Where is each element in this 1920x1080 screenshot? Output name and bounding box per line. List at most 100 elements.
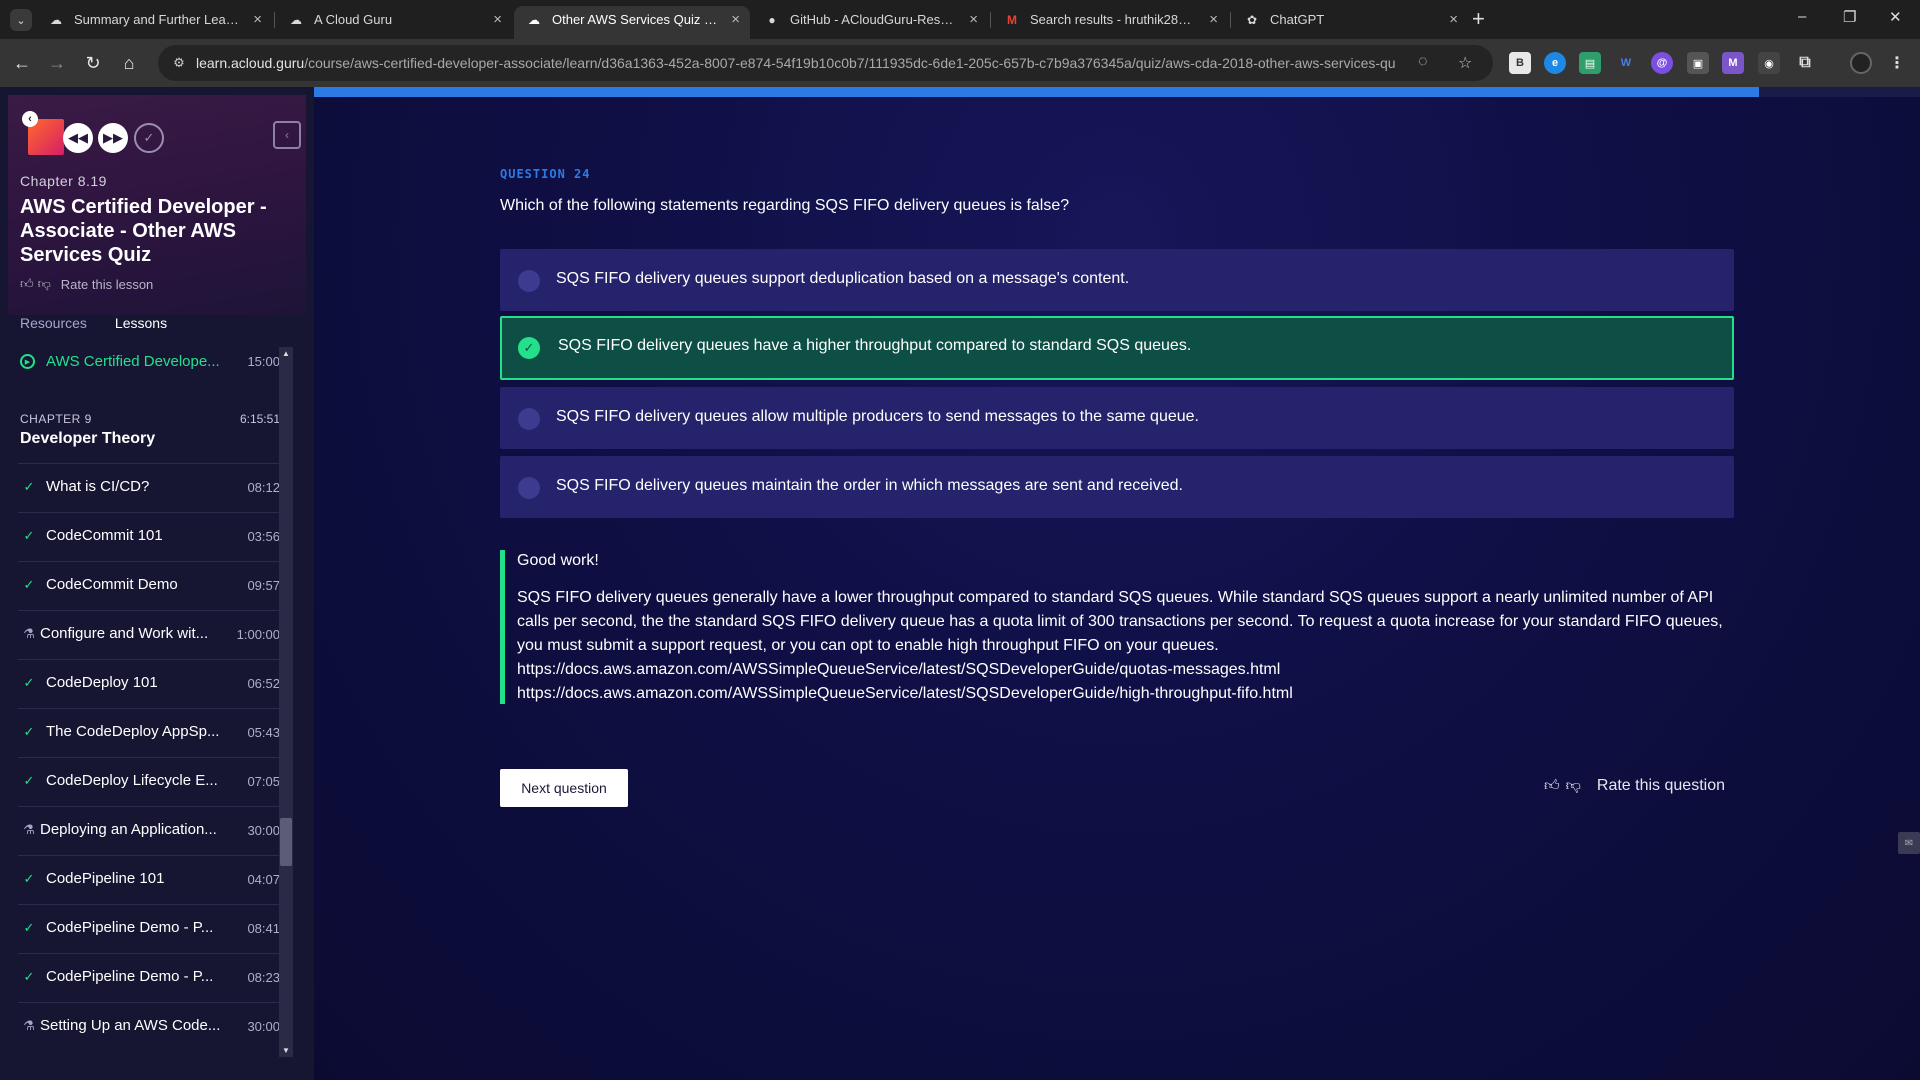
lesson-item[interactable]: ✓ CodeCommit 101 03:56 bbox=[18, 513, 280, 562]
reference-link[interactable]: https://docs.aws.amazon.com/AWSSimpleQue… bbox=[517, 658, 1727, 682]
check-circle-icon[interactable]: ✓ bbox=[518, 337, 540, 359]
reference-link[interactable]: https://docs.aws.amazon.com/AWSSimpleQue… bbox=[517, 682, 1727, 706]
extension-icon[interactable]: @ bbox=[1651, 52, 1673, 74]
tab-resources[interactable]: Resources bbox=[20, 315, 87, 337]
lesson-item[interactable]: ✓ CodePipeline Demo - P... 08:41 bbox=[18, 905, 280, 954]
browser-tab[interactable]: M Search results - hruthik2802@g × bbox=[992, 6, 1228, 39]
close-icon[interactable]: × bbox=[1449, 6, 1458, 34]
browser-tab[interactable]: ● GitHub - ACloudGuru-Resourc × bbox=[752, 6, 988, 39]
extension-icon[interactable]: ◉ bbox=[1758, 52, 1780, 74]
browser-tab-active[interactable]: ☁ Other AWS Services Quiz - A Cl × bbox=[514, 6, 750, 39]
current-lesson-item[interactable]: ▶ AWS Certified Develope... 15:00 bbox=[18, 347, 280, 377]
next-icon[interactable]: ▶▶ bbox=[98, 123, 128, 153]
browser-tab-bar: ⌄ ☁ Summary and Further Learning × ☁ A C… bbox=[0, 0, 1920, 39]
quiz-progress-fill bbox=[314, 87, 1760, 97]
lesson-name: Setting Up an AWS Code... bbox=[40, 1017, 221, 1034]
reload-icon[interactable]: ↻ bbox=[81, 51, 105, 75]
scroll-down-icon[interactable]: ▼ bbox=[282, 1046, 290, 1055]
lab-flask-icon: ⚗ bbox=[23, 1018, 35, 1033]
extension-icon[interactable]: M bbox=[1722, 52, 1744, 74]
next-question-button[interactable]: Next question bbox=[500, 769, 628, 807]
check-icon: ✓ bbox=[23, 773, 35, 788]
radio-icon[interactable] bbox=[518, 408, 540, 430]
lesson-duration: 08:12 bbox=[247, 480, 280, 495]
quiz-main: QUESTION 24 Which of the following state… bbox=[314, 87, 1920, 1080]
edge-extension-icon[interactable]: e bbox=[1544, 52, 1566, 74]
lesson-title: AWS Certified Developer - Associate - Ot… bbox=[20, 196, 267, 266]
sidebar-scrollbar[interactable]: ▲ ▼ bbox=[279, 347, 293, 1057]
browser-tab[interactable]: ☁ A Cloud Guru × bbox=[276, 6, 512, 39]
github-icon: ● bbox=[768, 13, 776, 27]
tab-title: ChatGPT bbox=[1270, 12, 1325, 27]
minimize-icon[interactable]: – bbox=[1798, 8, 1806, 25]
radio-icon[interactable] bbox=[518, 477, 540, 499]
browser-tab[interactable]: ☁ Summary and Further Learning × bbox=[36, 6, 272, 39]
url-text[interactable]: learn.acloud.guru/course/aws-certified-d… bbox=[196, 55, 1396, 71]
eye-off-icon[interactable]: ◌ bbox=[1418, 53, 1428, 71]
back-icon[interactable]: ‹ bbox=[22, 111, 38, 127]
answer-feedback: Good work! SQS FIFO delivery queues gene… bbox=[500, 550, 1734, 704]
close-icon[interactable]: × bbox=[1209, 6, 1218, 34]
lesson-item[interactable]: ✓ CodeCommit Demo 09:57 bbox=[18, 562, 280, 611]
lesson-item[interactable]: ✓ The CodeDeploy AppSp... 05:43 bbox=[18, 709, 280, 758]
rate-lesson[interactable]: 👍︎👎︎ Rate this lesson bbox=[20, 276, 153, 292]
collapse-sidebar-icon[interactable]: ‹ bbox=[273, 121, 301, 149]
scrollbar-thumb[interactable] bbox=[280, 818, 292, 866]
lesson-item[interactable]: ✓ CodePipeline 101 04:07 bbox=[18, 856, 280, 905]
extension-icon[interactable]: ▣ bbox=[1687, 52, 1709, 74]
chapter-duration: 6:15:51 bbox=[239, 412, 280, 426]
back-arrow-icon[interactable]: ← bbox=[10, 51, 34, 75]
previous-icon[interactable]: ◀◀ bbox=[63, 123, 93, 153]
new-tab-icon[interactable]: + bbox=[1472, 6, 1485, 32]
profile-avatar-icon[interactable] bbox=[1850, 52, 1872, 74]
kebab-menu-icon[interactable]: ⋮ bbox=[1886, 52, 1908, 74]
answer-option[interactable]: SQS FIFO delivery queues maintain the or… bbox=[500, 456, 1734, 518]
lesson-item[interactable]: ✓ CodeDeploy Lifecycle E... 07:05 bbox=[18, 758, 280, 807]
tab-title: Search results - hruthik2802@g bbox=[1030, 12, 1198, 27]
tab-search-icon[interactable]: ⌄ bbox=[10, 9, 32, 31]
browser-tab[interactable]: ✿ ChatGPT × bbox=[1232, 6, 1468, 39]
scroll-up-icon[interactable]: ▲ bbox=[282, 349, 290, 358]
restore-icon[interactable]: ❐ bbox=[1843, 8, 1856, 26]
lesson-item[interactable]: ⚗ Configure and Work wit... 1:00:00 bbox=[18, 611, 280, 660]
puzzle-icon[interactable]: ⧉ bbox=[1794, 52, 1816, 74]
acg-cloud-icon: ☁ bbox=[50, 13, 62, 27]
answer-option[interactable]: SQS FIFO delivery queues support dedupli… bbox=[500, 249, 1734, 311]
site-info-icon[interactable]: ⚙ bbox=[170, 54, 188, 72]
home-icon[interactable]: ⌂ bbox=[117, 51, 141, 75]
lesson-item[interactable]: ✓ CodeDeploy 101 06:52 bbox=[18, 660, 280, 709]
extension-icon[interactable]: ▤ bbox=[1579, 52, 1601, 74]
answer-text: SQS FIFO delivery queues allow multiple … bbox=[556, 408, 1199, 425]
lesson-duration: 08:23 bbox=[247, 970, 280, 985]
address-bar[interactable]: ⚙ learn.acloud.guru/course/aws-certified… bbox=[158, 45, 1493, 81]
radio-icon[interactable] bbox=[518, 270, 540, 292]
window-close-icon[interactable]: ✕ bbox=[1889, 8, 1902, 26]
forward-arrow-icon[interactable]: → bbox=[45, 51, 69, 75]
answer-option-correct[interactable]: ✓ SQS FIFO delivery queues have a higher… bbox=[500, 316, 1734, 380]
lab-flask-icon: ⚗ bbox=[23, 822, 35, 837]
lesson-item[interactable]: ✓ What is CI/CD? 08:12 bbox=[18, 464, 280, 513]
close-icon[interactable]: × bbox=[969, 6, 978, 34]
close-icon[interactable]: × bbox=[493, 6, 502, 34]
tab-title: Summary and Further Learning bbox=[74, 12, 242, 27]
answer-option[interactable]: SQS FIFO delivery queues allow multiple … bbox=[500, 387, 1734, 449]
lesson-item[interactable]: ⚗ Deploying an Application... 30:00 bbox=[18, 807, 280, 856]
close-icon[interactable]: × bbox=[731, 6, 740, 34]
extension-icon[interactable]: B bbox=[1509, 52, 1531, 74]
tab-lessons[interactable]: Lessons bbox=[115, 315, 167, 337]
thumbs-icon[interactable]: 👍︎👎︎ bbox=[20, 276, 55, 292]
lesson-name: CodeCommit Demo bbox=[46, 576, 178, 593]
chapter-label: Chapter 8.19 bbox=[20, 173, 107, 189]
lesson-item[interactable]: ⚗ Setting Up an AWS Code... 30:00 bbox=[18, 1003, 280, 1047]
mark-complete-icon[interactable]: ✓ bbox=[134, 123, 164, 153]
tab-separator bbox=[1230, 12, 1231, 28]
thumbs-up-down-icon[interactable]: 👍︎👎︎ bbox=[1544, 777, 1587, 795]
star-icon[interactable]: ☆ bbox=[1458, 53, 1472, 73]
lesson-item[interactable]: ✓ CodePipeline Demo - P... 08:23 bbox=[18, 954, 280, 1003]
extension-icon[interactable]: W bbox=[1615, 52, 1637, 74]
check-icon: ✓ bbox=[23, 871, 35, 886]
close-icon[interactable]: × bbox=[253, 6, 262, 34]
feedback-title: Good work! bbox=[517, 552, 599, 569]
feedback-widget-icon[interactable]: ✉ bbox=[1898, 832, 1920, 854]
chapter-heading[interactable]: CHAPTER 9 6:15:51 Developer Theory bbox=[18, 412, 280, 464]
